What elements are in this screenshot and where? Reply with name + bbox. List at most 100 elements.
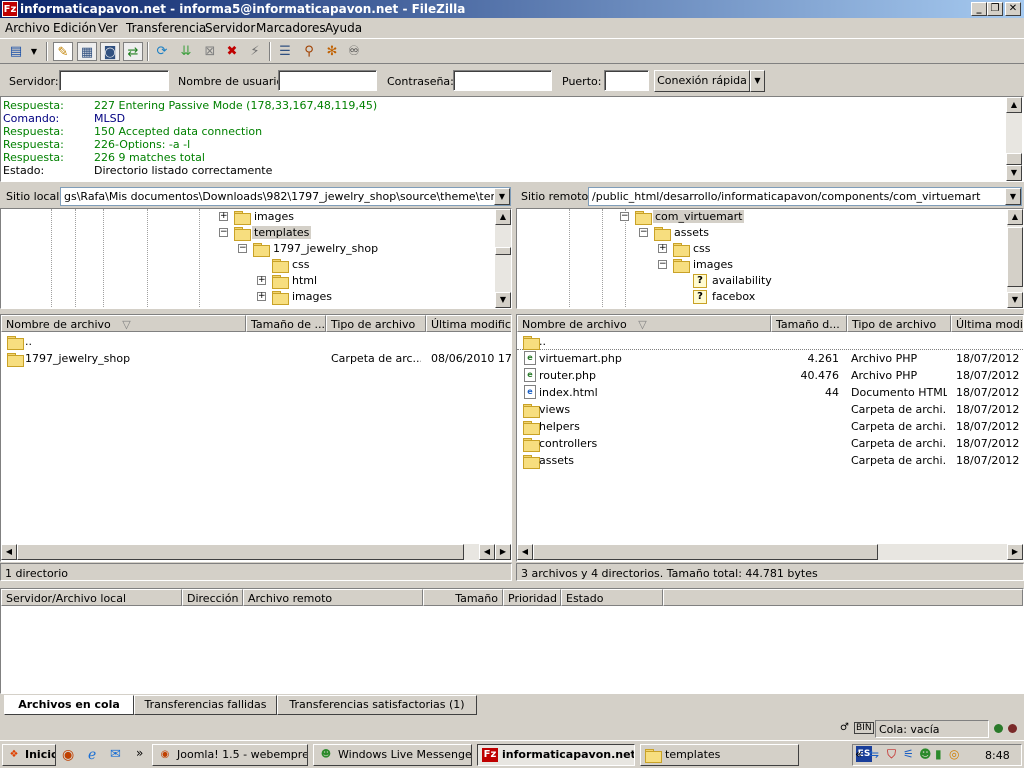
host-input[interactable] — [59, 70, 169, 91]
disconnect-icon[interactable]: ✖ — [222, 42, 242, 61]
port-input[interactable] — [604, 70, 649, 91]
table-row[interactable]: .. — [517, 333, 1023, 350]
menu-transferencia[interactable]: Transferencia — [126, 21, 206, 35]
taskbar-item-templates[interactable]: templates — [640, 744, 799, 766]
scroll-left-icon[interactable]: ◀ — [517, 544, 533, 560]
queue-column-priority[interactable]: Prioridad — [503, 589, 561, 606]
table-row[interactable]: controllers Carpeta de archi... 18/07/20… — [517, 435, 1023, 452]
local-list-hscrollbar[interactable]: ◀ ◀ ▶ — [1, 544, 511, 560]
tab-failed-transfers[interactable]: Transferencias fallidas — [134, 695, 277, 715]
expand-icon[interactable]: + — [257, 292, 266, 301]
tray-expand-icon[interactable]: « — [855, 747, 862, 761]
scroll-thumb[interactable] — [495, 247, 511, 255]
column-header-filename[interactable]: Nombre de archivo ▽ — [1, 315, 246, 332]
table-row[interactable]: e index.html 44 Documento HTML 18/07/201… — [517, 384, 1023, 401]
outlook-icon[interactable]: ✉ — [110, 747, 121, 762]
table-row[interactable]: views Carpeta de archi... 18/07/2012 1: — [517, 401, 1023, 418]
column-header-modified[interactable]: Última modificac — [426, 315, 511, 332]
minimize-button[interactable]: _ — [971, 2, 987, 16]
log-scrollbar[interactable]: ▲ ▼ — [1006, 97, 1022, 181]
menu-edicion[interactable]: Edición — [53, 21, 96, 35]
menu-marcadores[interactable]: Marcadores — [256, 21, 326, 35]
column-header-size[interactable]: Tamaño de ... — [246, 315, 326, 332]
collapse-icon[interactable]: − — [639, 228, 648, 237]
scroll-left-icon[interactable]: ◀ — [1, 544, 17, 560]
quickconnect-dropdown-icon[interactable]: ▼ — [750, 70, 765, 92]
menu-archivo[interactable]: Archivo — [5, 21, 50, 35]
collapse-icon[interactable]: − — [219, 228, 228, 237]
local-tree-scrollbar[interactable]: ▲ ▼ — [495, 209, 511, 308]
close-button[interactable]: ✕ — [1005, 2, 1021, 16]
taskbar-item-filezilla[interactable]: Fz informaticapavon.net... — [477, 744, 635, 766]
signal-strength-icon[interactable]: ▮ — [935, 747, 942, 761]
local-file-list[interactable]: Nombre de archivo ▽ Tamaño de ... Tipo d… — [0, 314, 512, 562]
remote-tree-scrollbar[interactable]: ▲ ▼ — [1007, 209, 1023, 308]
taskbar-item-joomla[interactable]: ◉ Joomla! 1.5 - webempre... — [152, 744, 308, 766]
queue-column-remote[interactable]: Archivo remoto — [243, 589, 423, 606]
queue-column-size[interactable]: Tamaño — [423, 589, 503, 606]
shield-icon[interactable]: ⛉ — [887, 747, 896, 762]
table-row[interactable]: helpers Carpeta de archi... 18/07/2012 1… — [517, 418, 1023, 435]
menu-ver[interactable]: Ver — [98, 21, 118, 35]
scroll-right-icon[interactable]: ▶ — [495, 544, 511, 560]
collapse-icon[interactable]: − — [658, 260, 667, 269]
local-tree[interactable]: + images − templates − 1797_jewelry_shop… — [0, 208, 512, 309]
search-icon[interactable]: ✻ — [322, 42, 342, 61]
remote-file-list[interactable]: Nombre de archivo ▽ Tamaño d... Tipo de … — [516, 314, 1024, 562]
scroll-down-icon[interactable]: ▼ — [495, 292, 511, 308]
tab-successful-transfers[interactable]: Transferencias satisfactorias (1) — [277, 695, 477, 715]
toggle-local-tree-icon[interactable]: ▦ — [77, 42, 97, 61]
username-input[interactable] — [278, 70, 377, 91]
clock[interactable]: 8:48 — [985, 749, 1010, 762]
site-manager-icon[interactable]: ▤ — [6, 42, 26, 61]
internet-explorer-icon[interactable]: ℯ — [88, 747, 96, 763]
directory-listing-filters-icon[interactable]: ☰ — [275, 42, 295, 61]
quickconnect-button[interactable]: Conexión rápida — [654, 70, 750, 92]
title-bar[interactable]: Fz informaticapavon.net - informa5@infor… — [0, 0, 1024, 18]
queue-column-direction[interactable]: Dirección — [182, 589, 243, 606]
scroll-left-icon[interactable]: ◀ — [479, 544, 495, 560]
scroll-thumb[interactable] — [1007, 227, 1023, 287]
taskbar-item-messenger[interactable]: ☻ Windows Live Messenger — [313, 744, 472, 766]
scroll-thumb[interactable] — [17, 544, 464, 560]
local-path-input[interactable]: gs\Rafa\Mis documentos\Downloads\982\179… — [60, 187, 511, 206]
expand-icon[interactable]: + — [658, 244, 667, 253]
table-row[interactable]: e virtuemart.php 4.261 Archivo PHP 18/07… — [517, 350, 1023, 367]
binoculars-icon[interactable]: ♾ — [344, 42, 364, 61]
column-header-modified[interactable]: Última modificac — [951, 315, 1023, 332]
remote-list-hscrollbar[interactable]: ◀ ▶ — [517, 544, 1023, 560]
quicklaunch-expand-icon[interactable]: » — [136, 746, 143, 760]
local-path-dropdown-icon[interactable]: ▼ — [494, 188, 510, 205]
tab-queued-files[interactable]: Archivos en cola — [4, 695, 134, 715]
messenger-tray-icon[interactable]: ☻ — [919, 747, 932, 761]
menu-servidor[interactable]: Servidor — [205, 21, 255, 35]
toggle-log-icon[interactable]: ✎ — [53, 42, 73, 61]
menu-ayuda[interactable]: Ayuda — [325, 21, 362, 35]
transfer-queue[interactable]: Servidor/Archivo local Dirección Archivo… — [0, 588, 1024, 694]
scroll-up-icon[interactable]: ▲ — [1007, 209, 1023, 225]
reconnect-icon[interactable]: ⚡ — [245, 42, 265, 61]
collapse-icon[interactable]: − — [620, 212, 629, 221]
scroll-up-icon[interactable]: ▲ — [495, 209, 511, 225]
expand-icon[interactable]: + — [219, 212, 228, 221]
expand-icon[interactable]: + — [257, 276, 266, 285]
table-row[interactable]: assets Carpeta de archi... 18/07/2012 1: — [517, 452, 1023, 469]
refresh-icon[interactable]: ⟳ — [152, 42, 172, 61]
scroll-down-icon[interactable]: ▼ — [1006, 165, 1022, 181]
updates-icon[interactable]: ◎ — [949, 747, 959, 761]
table-row[interactable]: 1797_jewelry_shop Carpeta de arc... 08/0… — [1, 350, 511, 367]
scroll-right-icon[interactable]: ▶ — [1007, 544, 1023, 560]
sync-browse-icon[interactable]: ⚲ — [299, 42, 319, 61]
toggle-queue-icon[interactable]: ⇄ — [123, 42, 143, 61]
maximize-button[interactable]: ❐ — [987, 2, 1003, 16]
scroll-thumb[interactable] — [533, 544, 878, 560]
toggle-remote-tree-icon[interactable]: ◙ — [100, 42, 120, 61]
chrome-icon[interactable]: ◉ — [62, 747, 74, 763]
scroll-thumb[interactable] — [1006, 153, 1022, 165]
column-header-type[interactable]: Tipo de archivo — [847, 315, 951, 332]
column-header-type[interactable]: Tipo de archivo — [326, 315, 426, 332]
column-header-filename[interactable]: Nombre de archivo ▽ — [517, 315, 771, 332]
message-log[interactable]: Respuesta: 227 Entering Passive Mode (178… — [0, 96, 1024, 182]
table-row[interactable]: .. — [1, 333, 511, 350]
collapse-icon[interactable]: − — [238, 244, 247, 253]
